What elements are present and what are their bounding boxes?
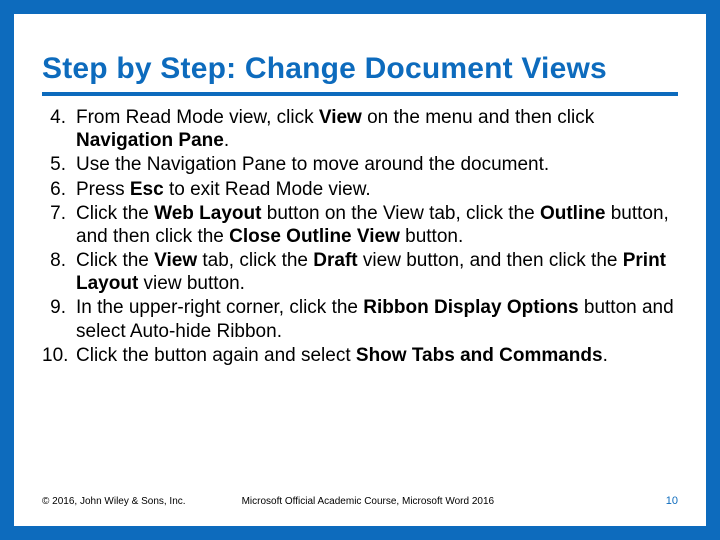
slide-content: 4.From Read Mode view, click View on the… xyxy=(42,106,678,367)
text: In the upper-right corner, click the xyxy=(76,297,363,318)
list-item: 6.Press Esc to exit Read Mode view. xyxy=(42,178,678,201)
text: Press xyxy=(76,179,130,200)
step-number: 5. xyxy=(42,153,76,176)
bold-text: Ribbon Display Options xyxy=(363,297,578,318)
step-text: Click the View tab, click the Draft view… xyxy=(76,249,678,295)
text: to exit Read Mode view. xyxy=(164,179,371,200)
text: button on the View tab, click the xyxy=(261,203,540,224)
text: Click the xyxy=(76,203,154,224)
step-number: 9. xyxy=(42,296,76,319)
bold-text: View xyxy=(319,107,362,128)
text: . xyxy=(603,345,608,366)
step-number: 7. xyxy=(42,202,76,225)
bold-text: Esc xyxy=(130,179,164,200)
step-number: 4. xyxy=(42,106,76,129)
step-number: 8. xyxy=(42,249,76,272)
bold-text: Show Tabs and Commands xyxy=(356,345,603,366)
bold-text: View xyxy=(154,250,197,271)
list-item: 10.Click the button again and select Sho… xyxy=(42,344,678,367)
step-text: Press Esc to exit Read Mode view. xyxy=(76,178,678,201)
footer-course: Microsoft Official Academic Course, Micr… xyxy=(186,496,666,507)
bold-text: Navigation Pane xyxy=(76,130,224,151)
step-text: Use the Navigation Pane to move around t… xyxy=(76,153,678,176)
footer-page-number: 10 xyxy=(666,495,678,507)
text: Click the xyxy=(76,250,154,271)
text: . xyxy=(224,130,229,151)
step-text: Click the button again and select Show T… xyxy=(76,344,678,367)
list-item: 9.In the upper-right corner, click the R… xyxy=(42,296,678,342)
text: Click the button again and select xyxy=(76,345,356,366)
step-list: 4.From Read Mode view, click View on the… xyxy=(42,106,678,367)
text: From Read Mode view, click xyxy=(76,107,319,128)
list-item: 8.Click the View tab, click the Draft vi… xyxy=(42,249,678,295)
bold-text: Close Outline View xyxy=(229,226,400,247)
text: button. xyxy=(400,226,463,247)
text: tab, click the xyxy=(197,250,313,271)
text: on the menu and then click xyxy=(362,107,594,128)
step-text: In the upper-right corner, click the Rib… xyxy=(76,296,678,342)
step-number: 10. xyxy=(42,344,76,367)
list-item: 4.From Read Mode view, click View on the… xyxy=(42,106,678,152)
slide-footer: © 2016, John Wiley & Sons, Inc. Microsof… xyxy=(28,490,692,512)
text: view button. xyxy=(138,273,245,294)
list-item: 7.Click the Web Layout button on the Vie… xyxy=(42,202,678,248)
step-text: Click the Web Layout button on the View … xyxy=(76,202,678,248)
step-text: From Read Mode view, click View on the m… xyxy=(76,106,678,152)
slide-title: Step by Step: Change Document Views xyxy=(42,52,678,96)
bold-text: Outline xyxy=(540,203,605,224)
step-number: 6. xyxy=(42,178,76,201)
slide: Step by Step: Change Document Views 4.Fr… xyxy=(0,0,720,540)
text: view button, and then click the xyxy=(358,250,623,271)
footer-copyright: © 2016, John Wiley & Sons, Inc. xyxy=(42,496,186,507)
bold-text: Web Layout xyxy=(154,203,261,224)
bold-text: Draft xyxy=(313,250,357,271)
text: Use the Navigation Pane to move around t… xyxy=(76,154,549,175)
list-item: 5.Use the Navigation Pane to move around… xyxy=(42,153,678,176)
